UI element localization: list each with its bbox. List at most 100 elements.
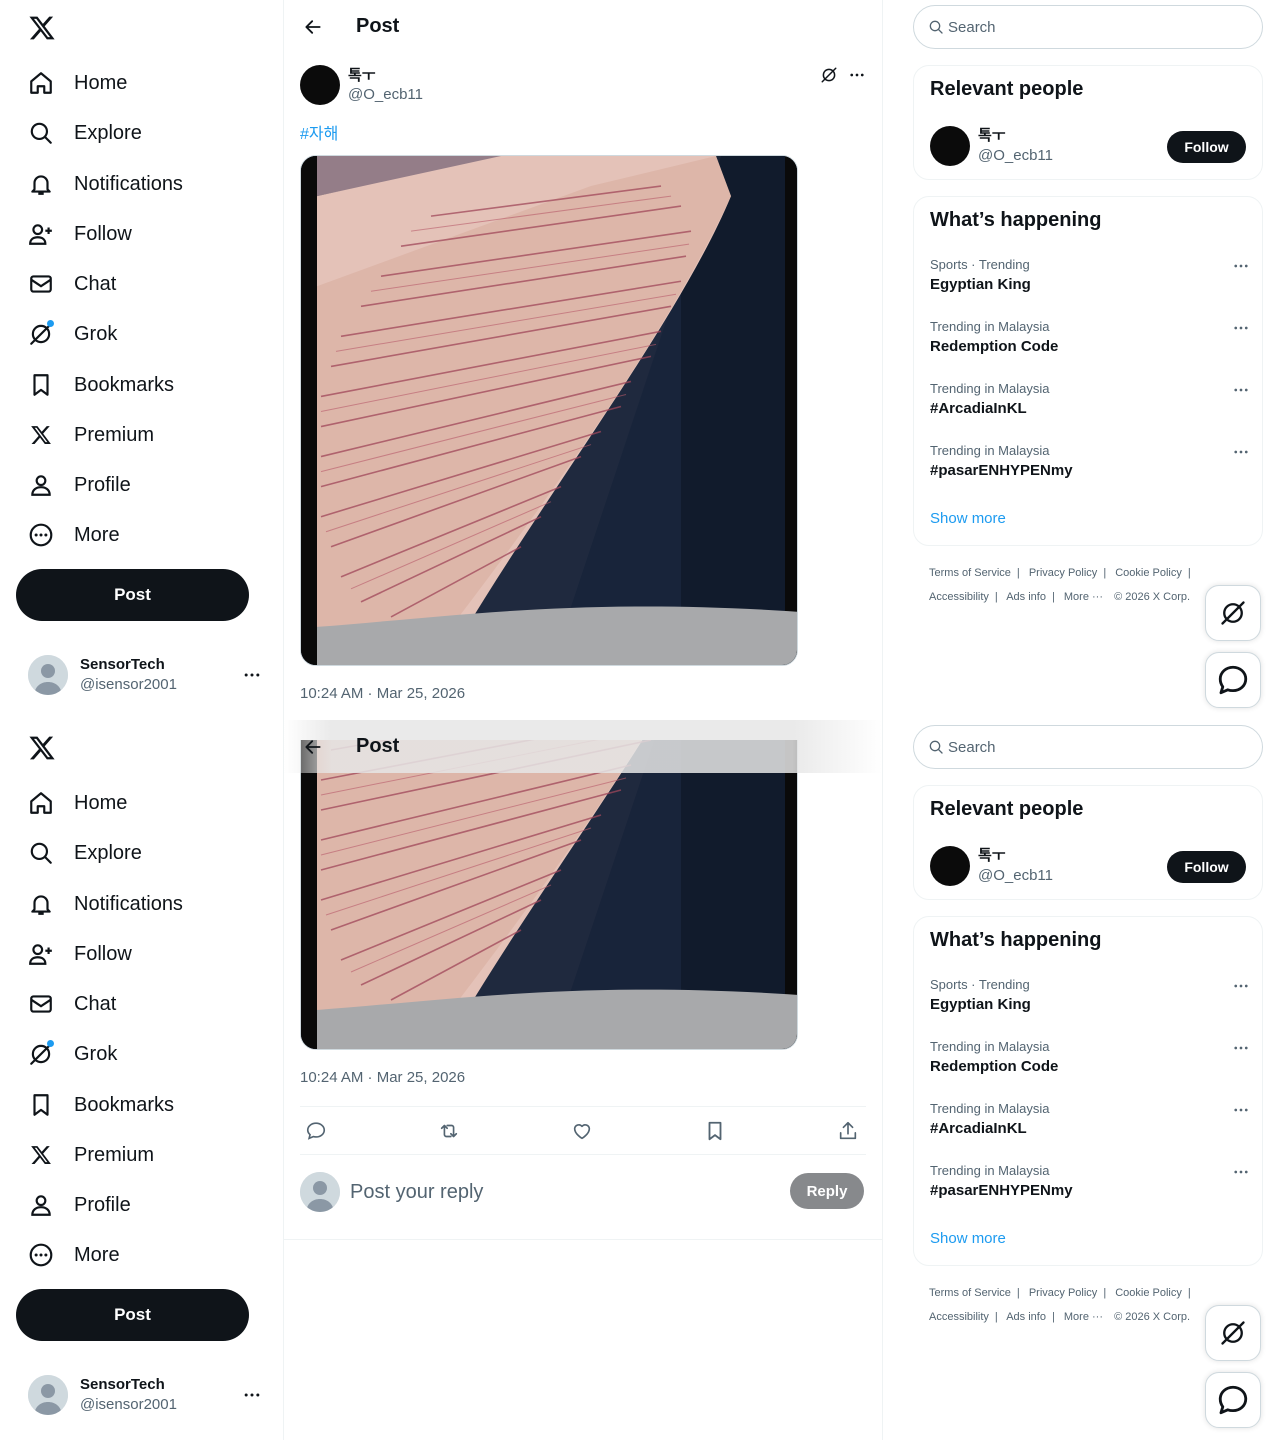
chat-fab[interactable] <box>1205 1372 1261 1428</box>
more-dots-icon[interactable] <box>1232 1039 1250 1057</box>
repost-icon[interactable] <box>437 1119 461 1143</box>
person-handle[interactable]: @O_ecb11 <box>978 866 1053 886</box>
grok-icon[interactable] <box>820 66 838 84</box>
x-logo-icon[interactable] <box>28 734 56 762</box>
avatar[interactable] <box>930 846 970 886</box>
more-dots-icon[interactable] <box>1232 319 1250 337</box>
trend-item[interactable]: Trending in Malaysia Redemption Code <box>930 319 1250 357</box>
nav-item-bookmarks[interactable]: Bookmarks <box>26 365 174 405</box>
privacy-link[interactable]: Privacy Policy <box>1029 567 1097 579</box>
more-dots-icon[interactable] <box>1232 443 1250 461</box>
avatar[interactable] <box>300 65 340 105</box>
trend-item[interactable]: Trending in Malaysia #ArcadiaInKL <box>930 1101 1250 1139</box>
nav-item-chat[interactable]: Chat <box>26 984 116 1024</box>
relevant-person[interactable]: 톡ㅜ @O_ecb11 Follow <box>930 846 1246 886</box>
nav-item-home[interactable]: Home <box>26 63 127 103</box>
nav-item-follow[interactable]: Follow <box>26 214 132 254</box>
back-arrow-icon[interactable] <box>296 10 330 44</box>
reply-input[interactable] <box>350 1180 770 1204</box>
post-timestamp[interactable]: 10:24 AM · Mar 25, 2026 <box>300 685 465 702</box>
share-icon[interactable] <box>836 1119 860 1143</box>
hashtag-link[interactable]: #자해 <box>300 120 338 144</box>
trend-item[interactable]: Trending in Malaysia #pasarENHYPENmy <box>930 1163 1250 1201</box>
nav-item-notifications[interactable]: Notifications <box>26 884 183 924</box>
grok-fab[interactable] <box>1205 585 1261 641</box>
ads-info-link[interactable]: Ads info <box>1006 1311 1046 1323</box>
nav-label: More <box>74 1243 120 1266</box>
reply-button[interactable]: Reply <box>790 1173 864 1209</box>
privacy-link[interactable]: Privacy Policy <box>1029 1287 1097 1299</box>
more-dots-icon[interactable] <box>1232 977 1250 995</box>
trend-item[interactable]: Sports · Trending Egyptian King <box>930 257 1250 295</box>
show-more-link[interactable]: Show more <box>930 1230 1006 1247</box>
search-input[interactable] <box>948 18 1228 36</box>
nav-item-explore[interactable]: Explore <box>26 833 142 873</box>
more-dots-icon[interactable] <box>1232 1101 1250 1119</box>
accessibility-link[interactable]: Accessibility <box>929 591 989 603</box>
post-author[interactable]: 톡ㅜ @O_ecb11 <box>300 65 423 105</box>
nav-item-follow[interactable]: Follow <box>26 934 132 974</box>
more-dots-icon[interactable] <box>242 1385 262 1405</box>
person-handle[interactable]: @O_ecb11 <box>978 146 1053 166</box>
show-more-link[interactable]: Show more <box>930 510 1006 527</box>
like-icon[interactable] <box>570 1119 594 1143</box>
nav-item-home[interactable]: Home <box>26 783 127 823</box>
nav-item-grok[interactable]: Grok <box>26 1034 117 1074</box>
more-dots-icon[interactable] <box>242 665 262 685</box>
more-dots-icon[interactable] <box>1232 257 1250 275</box>
more-link[interactable]: More ··· <box>1064 1311 1103 1323</box>
nav-item-grok[interactable]: Grok <box>26 314 117 354</box>
trend-item[interactable]: Sports · Trending Egyptian King <box>930 977 1250 1015</box>
post-button[interactable]: Post <box>16 1289 249 1341</box>
search-box[interactable] <box>913 725 1263 769</box>
author-name[interactable]: 톡ㅜ <box>348 66 423 85</box>
search-box[interactable] <box>913 5 1263 49</box>
back-arrow-icon[interactable] <box>296 730 330 764</box>
terms-link[interactable]: Terms of Service <box>929 567 1011 579</box>
follow-button[interactable]: Follow <box>1167 851 1246 883</box>
trend-item[interactable]: Trending in Malaysia Redemption Code <box>930 1039 1250 1077</box>
cookie-link[interactable]: Cookie Policy <box>1115 1287 1182 1299</box>
nav-item-notifications[interactable]: Notifications <box>26 164 183 204</box>
nav-item-more[interactable]: More <box>26 1235 120 1275</box>
follow-button[interactable]: Follow <box>1167 131 1246 163</box>
nav-item-premium[interactable]: Premium <box>26 1135 154 1175</box>
nav-item-bookmarks[interactable]: Bookmarks <box>26 1085 174 1125</box>
person-name[interactable]: 톡ㅜ <box>978 846 1053 866</box>
more-dots-icon[interactable] <box>848 66 866 84</box>
author-handle[interactable]: @O_ecb11 <box>348 85 423 104</box>
search-input[interactable] <box>948 738 1228 756</box>
more-link[interactable]: More ··· <box>1064 591 1103 603</box>
grok-icon <box>26 319 56 349</box>
terms-link[interactable]: Terms of Service <box>929 1287 1011 1299</box>
post-timestamp[interactable]: 10:24 AM · Mar 25, 2026 <box>300 1069 465 1086</box>
bookmark-icon[interactable] <box>703 1119 727 1143</box>
account-switcher[interactable]: SensorTech @isensor2001 <box>28 1375 268 1415</box>
avatar[interactable] <box>930 126 970 166</box>
more-dots-icon[interactable] <box>1232 1163 1250 1181</box>
x-logo-icon[interactable] <box>28 14 56 42</box>
nav-item-chat[interactable]: Chat <box>26 264 116 304</box>
accessibility-link[interactable]: Accessibility <box>929 1311 989 1323</box>
person-icon <box>26 1190 56 1220</box>
post-image[interactable] <box>300 740 798 1050</box>
ads-info-link[interactable]: Ads info <box>1006 591 1046 603</box>
nav-item-explore[interactable]: Explore <box>26 113 142 153</box>
nav-item-premium[interactable]: Premium <box>26 415 154 455</box>
more-dots-icon[interactable] <box>1232 381 1250 399</box>
post-image[interactable] <box>300 155 798 666</box>
cookie-link[interactable]: Cookie Policy <box>1115 567 1182 579</box>
reply-icon[interactable] <box>304 1119 328 1143</box>
nav-item-profile[interactable]: Profile <box>26 465 131 505</box>
grok-fab[interactable] <box>1205 1305 1261 1361</box>
account-switcher[interactable]: SensorTech @isensor2001 <box>28 655 268 695</box>
nav-item-profile[interactable]: Profile <box>26 1185 131 1225</box>
trend-item[interactable]: Trending in Malaysia #pasarENHYPENmy <box>930 443 1250 481</box>
post-button[interactable]: Post <box>16 569 249 621</box>
relevant-person[interactable]: 톡ㅜ @O_ecb11 Follow <box>930 126 1246 166</box>
trend-item[interactable]: Trending in Malaysia #ArcadiaInKL <box>930 381 1250 419</box>
chat-fab[interactable] <box>1205 652 1261 708</box>
person-name[interactable]: 톡ㅜ <box>978 126 1053 146</box>
nav-item-more[interactable]: More <box>26 515 120 555</box>
nav-label: Profile <box>74 473 131 496</box>
